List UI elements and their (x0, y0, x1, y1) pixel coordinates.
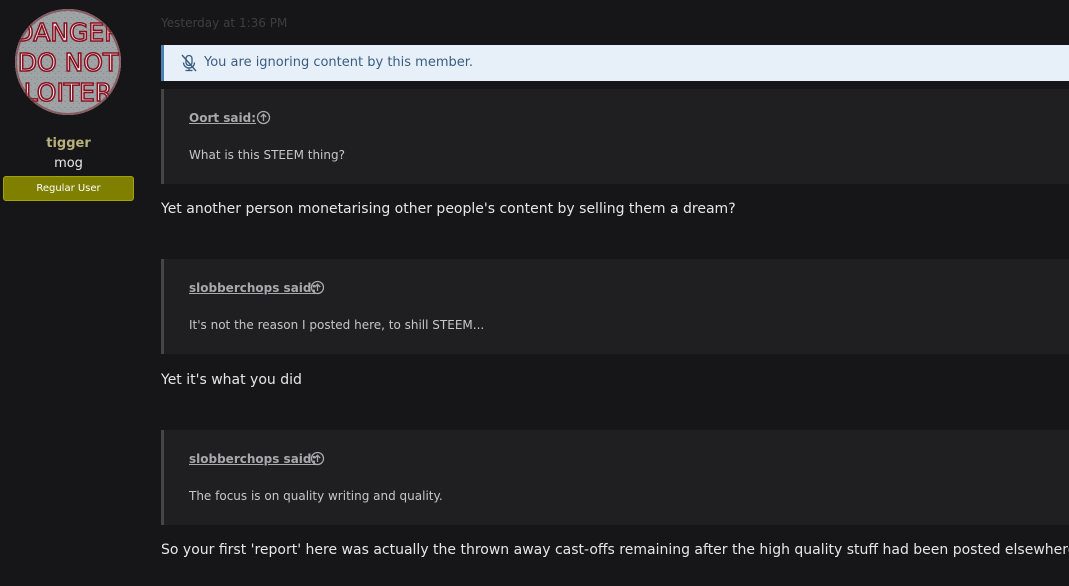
ignore-notice: You are ignoring content by this member. (161, 45, 1069, 81)
muted-microphone-icon (181, 54, 197, 72)
quote-author-link[interactable]: slobberchops said: (189, 451, 316, 467)
quote-text: What is this STEEM thing? (189, 148, 345, 162)
avatar-image: DANGER DO NOT LOITER (15, 9, 121, 115)
quote-block: Oort said: What is this STEEM thing? (161, 89, 1069, 184)
quote-text: The focus is on quality writing and qual… (189, 489, 443, 503)
avatar-line-1: DANGER (15, 18, 121, 47)
quote-author-link[interactable]: Oort said: (189, 110, 256, 126)
quote-block: slobberchops said: The focus is on quali… (161, 430, 1069, 525)
reply-text: So your first 'report' here was actually… (161, 542, 1069, 558)
user-title: mog (54, 156, 83, 171)
forum-post: DANGER DO NOT LOITER tigger mog Regular … (0, 0, 1069, 586)
arrow-circle-up-icon[interactable] (256, 110, 271, 125)
arrow-circle-up-icon[interactable] (310, 280, 325, 295)
reply-text: Yet another person monetarising other pe… (161, 201, 736, 217)
arrow-circle-up-icon[interactable] (310, 451, 325, 466)
quote-block: slobberchops said: It's not the reason I… (161, 259, 1069, 354)
user-banner: Regular User (3, 176, 134, 201)
ignore-notice-text: You are ignoring content by this member. (204, 55, 474, 70)
quote-author-link[interactable]: slobberchops said: (189, 280, 316, 296)
user-sidebar: DANGER DO NOT LOITER tigger mog Regular … (0, 0, 146, 586)
post-date-link[interactable]: Yesterday at 1:36 PM (161, 15, 287, 31)
message-cell: Yesterday at 1:36 PM You are ignoring co… (161, 0, 1069, 586)
quote-text: It's not the reason I posted here, to sh… (189, 318, 485, 332)
avatar-line-2: DO NOT (18, 48, 119, 77)
avatar[interactable]: DANGER DO NOT LOITER (15, 9, 121, 115)
username-link[interactable]: tigger (0, 136, 137, 152)
reply-text: Yet it's what you did (161, 372, 302, 388)
